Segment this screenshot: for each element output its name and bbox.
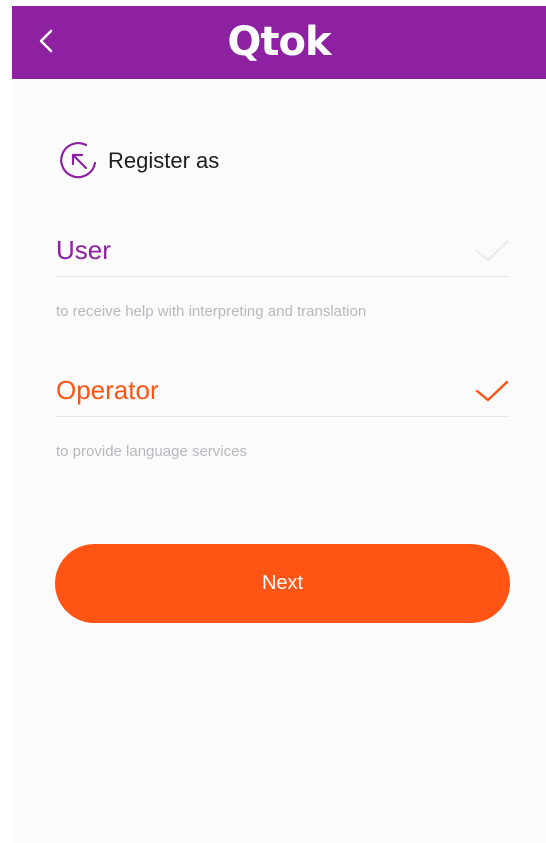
option-operator-description: to provide language services bbox=[56, 443, 247, 460]
section-title: Register as bbox=[108, 148, 220, 173]
option-operator[interactable]: Operator bbox=[56, 368, 510, 417]
logo-text: Qtok bbox=[227, 19, 331, 65]
option-user-label: User bbox=[56, 235, 111, 265]
app-logo: Qtok bbox=[12, 16, 546, 68]
check-icon bbox=[475, 380, 509, 402]
app-header: Qtok bbox=[12, 6, 546, 79]
next-button[interactable]: Next bbox=[55, 544, 510, 623]
option-user-description: to receive help with interpreting and tr… bbox=[56, 303, 367, 320]
register-as-heading: Register as bbox=[56, 138, 219, 184]
register-screen: Qtok Register as User to receive help wi… bbox=[12, 6, 546, 843]
option-user[interactable]: User bbox=[56, 228, 510, 277]
check-icon bbox=[476, 241, 508, 261]
option-operator-label: Operator bbox=[56, 375, 159, 405]
arrow-cycle-icon bbox=[60, 142, 97, 179]
